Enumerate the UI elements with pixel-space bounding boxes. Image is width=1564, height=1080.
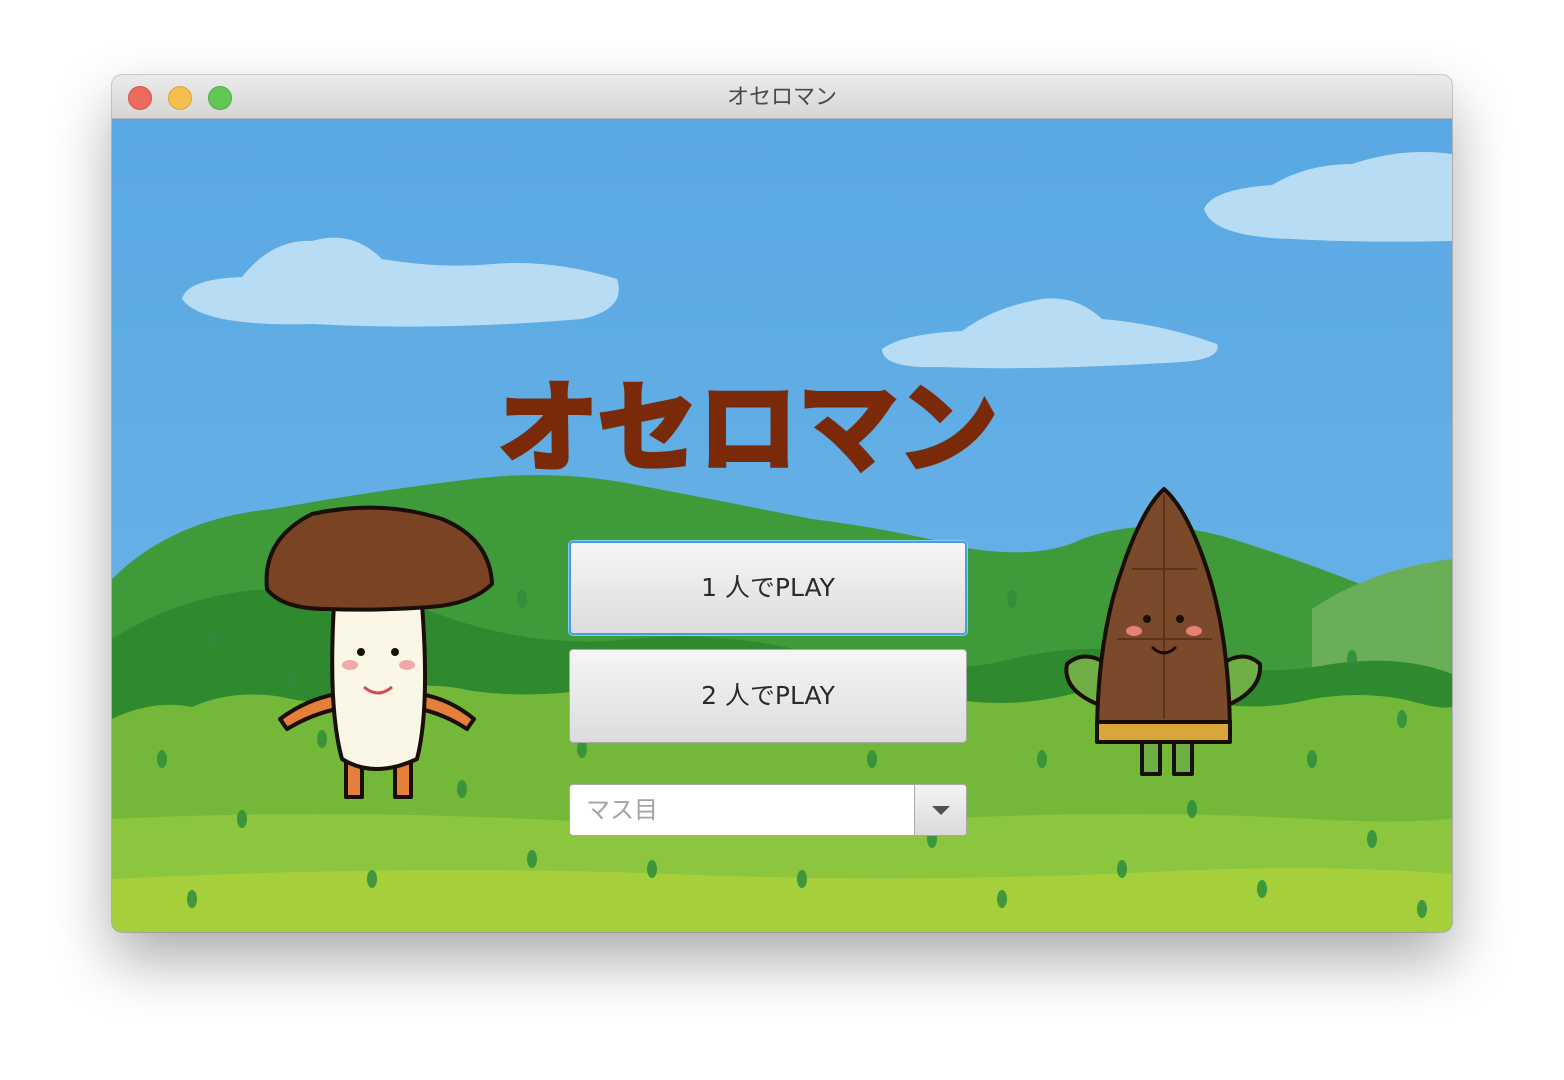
window-title: オセロマン xyxy=(726,85,837,110)
title-bar: オセロマン xyxy=(112,75,1452,119)
board-size-placeholder: マス目 xyxy=(586,796,658,824)
triangle-down-icon xyxy=(932,806,950,815)
main-content: オセロマン 1 人でPLAY 2 人でPLAY マス目 xyxy=(112,119,1452,932)
dropdown-button[interactable] xyxy=(914,785,966,835)
board-size-select[interactable]: マス目 xyxy=(569,784,967,836)
one-player-button[interactable]: 1 人でPLAY xyxy=(569,541,967,635)
app-window: オセロマン オセロマン 1 人でPLAY 2 人でPLAY マス目 xyxy=(112,75,1452,932)
two-player-button[interactable]: 2 人でPLAY xyxy=(569,649,967,743)
game-logo: オセロマン xyxy=(496,371,1000,487)
foreground-grass xyxy=(112,868,1452,932)
